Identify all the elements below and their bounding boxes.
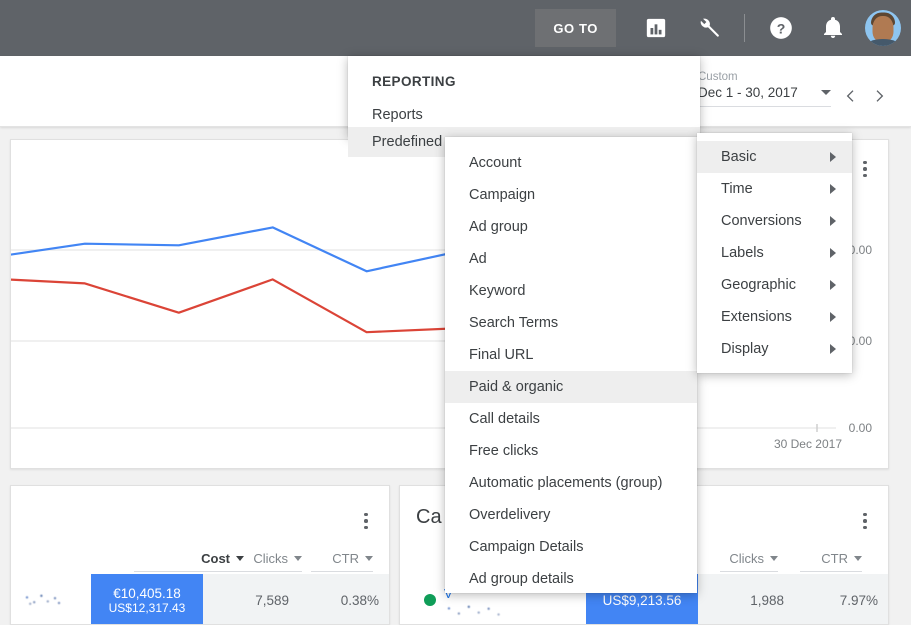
menu-item-conversions[interactable]: Conversions [697, 205, 852, 237]
reporting-menu-top: REPORTING Reports [348, 56, 700, 137]
menu-item-basic-label: Basic [721, 149, 756, 165]
sort-icon [294, 556, 302, 561]
top-navigation-bar: GO TO ? [0, 0, 911, 56]
menu-item-extensions-label: Extensions [721, 309, 792, 325]
svg-text:?: ? [777, 20, 786, 36]
column-header-clicks-right-label: Clicks [729, 551, 764, 566]
menu-item-overdelivery[interactable]: Overdelivery [445, 499, 697, 531]
cell-clicks-value: 7,589 [255, 593, 289, 608]
redacted-account-name [23, 591, 63, 607]
menu-item-ad[interactable]: Ad [445, 243, 697, 275]
avatar-shoulders [866, 39, 900, 46]
reporting-menu-header: REPORTING [348, 56, 700, 99]
predefined-reports-menu: Account Campaign Ad group Ad Keyword Sea… [445, 137, 697, 593]
cell-ctr-right-value: 7.97% [840, 593, 878, 608]
menu-item-basic[interactable]: Basic [697, 141, 852, 173]
date-range-value: Dec 1 - 30, 2017 [698, 85, 798, 100]
menu-item-free-clicks[interactable]: Free clicks [445, 435, 697, 467]
app-root: GO TO ? Custom Dec 1 - 30, 2017 [0, 0, 911, 625]
cell-cost: €10,405.18 US$12,317.43 [91, 574, 203, 625]
date-range-value-row[interactable]: Dec 1 - 30, 2017 [698, 85, 831, 107]
chevron-right-icon [830, 344, 836, 354]
menu-item-account[interactable]: Account [445, 147, 697, 179]
menu-item-final-url[interactable]: Final URL [445, 339, 697, 371]
chevron-right-icon [830, 184, 836, 194]
column-header-ctr-right[interactable]: CTR [800, 551, 862, 572]
menu-item-call-details[interactable]: Call details [445, 403, 697, 435]
date-range-label: Custom [698, 70, 831, 85]
cell-clicks-right-value: 1,988 [750, 593, 784, 608]
column-header-clicks[interactable]: Clicks [244, 551, 302, 572]
y-axis-tick-label-bottom: 0.00 [814, 421, 872, 435]
left-table-header-row: Cost Clicks CTR [11, 544, 389, 572]
menu-item-paid-and-organic[interactable]: Paid & organic [445, 371, 697, 403]
chevron-right-icon [830, 216, 836, 226]
column-header-ctr-right-label: CTR [821, 551, 848, 566]
date-range-main[interactable]: Custom Dec 1 - 30, 2017 [698, 70, 837, 107]
right-card-title: Ca [416, 506, 442, 529]
menu-item-time[interactable]: Time [697, 173, 852, 205]
table-row[interactable]: €10,405.18 US$12,317.43 7,589 0.38% [11, 574, 389, 625]
right-card-more-options-button[interactable] [854, 506, 876, 536]
chevron-right-icon [830, 248, 836, 258]
sort-descending-icon [236, 556, 244, 561]
menu-item-keyword[interactable]: Keyword [445, 275, 697, 307]
report-category-menu: Basic Time Conversions Labels Geographic… [697, 133, 852, 373]
chevron-down-icon[interactable] [821, 90, 831, 95]
redacted-campaign-name [444, 602, 506, 618]
menu-item-extensions[interactable]: Extensions [697, 301, 852, 333]
cell-ctr: 0.38% [301, 574, 390, 625]
x-axis-tick-label: 30 Dec 2017 [774, 437, 842, 451]
cell-ctr-value: 0.38% [341, 593, 379, 608]
chevron-right-icon [830, 312, 836, 322]
menu-item-ad-group-details[interactable]: Ad group details [445, 563, 697, 595]
reports-bar-chart-icon[interactable] [636, 8, 676, 48]
menu-item-ad-group[interactable]: Ad group [445, 211, 697, 243]
status-enabled-icon [424, 594, 436, 606]
column-header-clicks-right[interactable]: Clicks [720, 551, 778, 572]
cell-cost-secondary: US$12,317.43 [109, 601, 186, 615]
column-header-clicks-label: Clicks [253, 551, 288, 566]
chevron-right-icon [830, 280, 836, 290]
menu-item-automatic-placements[interactable]: Automatic placements (group) [445, 467, 697, 499]
go-to-button[interactable]: GO TO [535, 9, 616, 47]
sort-icon [770, 556, 778, 561]
menu-item-display-label: Display [721, 341, 769, 357]
cell-cost-primary: €10,405.18 [113, 586, 181, 601]
column-header-cost[interactable]: Cost [134, 551, 244, 572]
menu-item-search-terms[interactable]: Search Terms [445, 307, 697, 339]
menu-item-campaign-details[interactable]: Campaign Details [445, 531, 697, 563]
notifications-bell-icon[interactable] [813, 8, 853, 48]
menu-item-conversions-label: Conversions [721, 213, 802, 229]
menu-item-campaign[interactable]: Campaign [445, 179, 697, 211]
account-avatar[interactable] [865, 10, 901, 46]
cell-clicks: 7,589 [203, 574, 301, 625]
column-header-ctr[interactable]: CTR [311, 551, 373, 572]
menu-item-display[interactable]: Display [697, 333, 852, 365]
menu-item-time-label: Time [721, 181, 753, 197]
help-icon[interactable]: ? [761, 8, 801, 48]
menu-item-labels[interactable]: Labels [697, 237, 852, 269]
tools-wrench-icon[interactable] [688, 8, 728, 48]
left-card-more-options-button[interactable] [355, 506, 377, 536]
menu-item-labels-label: Labels [721, 245, 764, 261]
cell-ctr-right: 7.97% [796, 574, 889, 625]
menu-item-geographic-label: Geographic [721, 277, 796, 293]
menu-item-geographic[interactable]: Geographic [697, 269, 852, 301]
sort-icon [854, 556, 862, 561]
toolbar-divider [744, 14, 745, 42]
date-range-next-button[interactable] [865, 82, 893, 110]
chevron-right-icon [830, 152, 836, 162]
sort-icon [365, 556, 373, 561]
date-range-selector[interactable]: Custom Dec 1 - 30, 2017 [698, 70, 893, 110]
summary-table-card-left: Cost Clicks CTR €10,405.18 US$12,317.43 … [10, 485, 390, 625]
date-range-prev-button[interactable] [837, 82, 865, 110]
column-header-cost-label: Cost [201, 551, 230, 566]
cell-clicks-right: 1,988 [698, 574, 796, 625]
column-header-ctr-label: CTR [332, 551, 359, 566]
